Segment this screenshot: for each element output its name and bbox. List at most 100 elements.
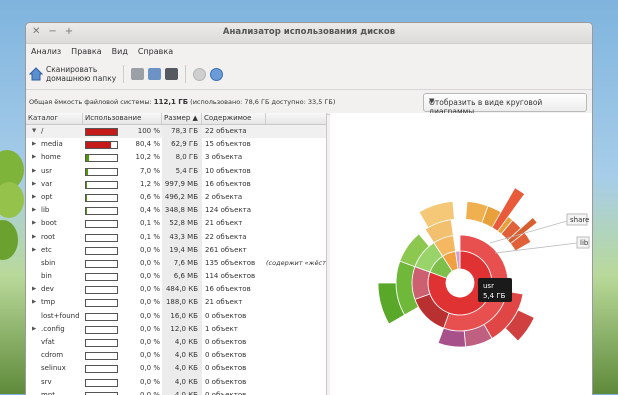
folder-name: lost+found — [41, 312, 80, 320]
table-row[interactable]: ▶ root 0,1 % 43,3 МБ 22 объекта — [26, 231, 326, 244]
usage-percent: 0,0 % — [140, 272, 160, 280]
size-cell: 78,3 ГБ — [162, 125, 202, 138]
usage-bar-fill — [86, 142, 111, 148]
refresh-icon[interactable] — [210, 68, 223, 81]
folder-cell: ▶ tmp — [26, 296, 83, 309]
menu-edit[interactable]: Правка — [71, 47, 101, 56]
table-row[interactable]: ▶ media 80,4 % 62,9 ГБ 15 объектов — [26, 138, 326, 151]
expander-icon[interactable]: ▶ — [32, 168, 36, 174]
scan-filesystem-icon[interactable] — [131, 68, 144, 80]
size-cell: 4,0 КБ — [162, 362, 202, 375]
table-row[interactable]: ▼ / 100 % 78,3 ГБ 22 объекта — [26, 125, 326, 138]
table-row[interactable]: cdrom 0,0 % 4,0 КБ 0 объектов — [26, 349, 326, 362]
folder-name: srv — [41, 378, 52, 386]
usage-cell: 0,0 % — [83, 336, 162, 349]
scan-label-line2: домашнюю папку — [46, 74, 116, 83]
usage-percent: 0,0 % — [140, 325, 160, 333]
expander-icon[interactable]: ▶ — [32, 247, 36, 253]
expander-icon[interactable]: ▶ — [32, 154, 36, 160]
usage-bar — [85, 234, 118, 242]
size-cell: 62,9 ГБ — [162, 138, 202, 151]
column-contents[interactable]: Содержимое — [202, 113, 266, 124]
table-row[interactable]: ▶ .config 0,0 % 12,0 КБ 1 объект — [26, 323, 326, 336]
usage-percent: 0,0 % — [140, 351, 160, 359]
column-folder[interactable]: Каталог — [26, 113, 83, 124]
scan-remote-icon[interactable] — [165, 68, 178, 80]
table-row[interactable]: lost+found 0,0 % 16,0 КБ 0 объектов — [26, 310, 326, 323]
callout-lib[interactable]: lib — [577, 237, 589, 248]
home-folder-icon — [29, 67, 43, 81]
table-row[interactable]: ▶ boot 0,1 % 52,8 МБ 21 объект — [26, 217, 326, 230]
table-row[interactable]: mnt 0,0 % 4,0 КБ 0 объектов — [26, 389, 326, 395]
usage-cell: 0,0 % — [83, 296, 162, 309]
expander-icon[interactable]: ▶ — [32, 326, 36, 332]
usage-bar — [85, 260, 118, 268]
table-row[interactable]: ▶ var 1,2 % 997,9 МБ 16 объектов — [26, 178, 326, 191]
contents-cell: 15 объектов — [202, 138, 266, 151]
expander-icon[interactable]: ▶ — [32, 207, 36, 213]
usage-cell: 0,0 % — [83, 310, 162, 323]
callout-share[interactable]: share — [567, 214, 589, 225]
usage-bar — [85, 299, 118, 307]
table-row[interactable]: sbin 0,0 % 7,6 МБ 135 объектов(содержит … — [26, 257, 326, 270]
contents-cell: 0 объектов — [202, 349, 266, 362]
column-size[interactable]: Размер ▲ — [162, 113, 202, 124]
usage-cell: 0,0 % — [83, 362, 162, 375]
expander-icon[interactable]: ▶ — [32, 141, 36, 147]
table-row[interactable]: selinux 0,0 % 4,0 КБ 0 объектов — [26, 362, 326, 375]
usage-bar — [85, 339, 118, 347]
sunburst-chart[interactable]: share lib usr5,4 ГБ — [330, 113, 592, 395]
table-row[interactable]: ▶ usr 7,0 % 5,4 ГБ 10 объектов — [26, 165, 326, 178]
folder-name: vfat — [41, 338, 55, 346]
sunburst-segment[interactable] — [438, 328, 465, 347]
table-row[interactable]: ▶ lib 0,4 % 348,8 МБ 124 объекта — [26, 204, 326, 217]
usage-cell: 0,1 % — [83, 231, 162, 244]
usage-bar-fill — [86, 155, 89, 161]
folder-cell: ▶ usr — [26, 165, 83, 178]
folder-name: mnt — [41, 391, 55, 395]
expander-icon[interactable]: ▶ — [32, 299, 36, 305]
table-row[interactable]: ▶ etc 0,0 % 19,4 МБ 261 объект — [26, 244, 326, 257]
usage-percent: 0,0 % — [140, 285, 160, 293]
size-cell: 8,0 ГБ — [162, 151, 202, 164]
usage-cell: 0,0 % — [83, 376, 162, 389]
tooltip: usr5,4 ГБ — [478, 278, 512, 302]
expander-icon[interactable]: ▶ — [32, 286, 36, 292]
menu-help[interactable]: Справка — [138, 47, 173, 56]
table-row[interactable]: bin 0,0 % 6,6 МБ 114 объектов — [26, 270, 326, 283]
usage-percent: 1,2 % — [140, 180, 160, 188]
table-row[interactable]: ▶ opt 0,6 % 496,2 МБ 2 объекта — [26, 191, 326, 204]
contents-cell: 22 объекта — [202, 231, 266, 244]
folder-name: tmp — [41, 298, 55, 306]
view-mode-select[interactable]: Отобразить в виде круговой диаграммы ▼ — [423, 93, 587, 112]
usage-bar — [85, 207, 118, 215]
scan-home-button[interactable]: Сканироватьдомашнюю папку — [29, 65, 116, 83]
usage-percent: 0,0 % — [140, 338, 160, 346]
table-row[interactable]: ▶ dev 0,0 % 484,0 КБ 16 объектов — [26, 283, 326, 296]
contents-cell: 0 объектов — [202, 376, 266, 389]
column-usage[interactable]: Использование — [83, 113, 162, 124]
table-row[interactable]: ▶ tmp 0,0 % 188,0 КБ 21 объект — [26, 296, 326, 309]
menu-analyze[interactable]: Анализ — [31, 47, 61, 56]
usage-bar — [85, 181, 118, 189]
size-cell: 19,4 МБ — [162, 244, 202, 257]
expander-icon[interactable]: ▶ — [32, 194, 36, 200]
table-row[interactable]: vfat 0,0 % 4,0 КБ 0 объектов — [26, 336, 326, 349]
contents-cell: 21 объект — [202, 296, 266, 309]
usage-percent: 100 % — [138, 127, 160, 135]
table-row[interactable]: ▶ home 10,2 % 8,0 ГБ 3 объекта — [26, 151, 326, 164]
stop-icon[interactable] — [193, 68, 206, 81]
menu-view[interactable]: Вид — [112, 47, 128, 56]
expander-icon[interactable]: ▼ — [32, 128, 36, 134]
size-cell: 4,0 КБ — [162, 376, 202, 389]
expander-icon[interactable]: ▶ — [32, 220, 36, 226]
expander-icon[interactable]: ▶ — [32, 234, 36, 240]
scan-folder-icon[interactable] — [148, 68, 161, 80]
usage-bar — [85, 326, 118, 334]
folder-cell: ▶ opt — [26, 191, 83, 204]
expander-icon[interactable]: ▶ — [32, 181, 36, 187]
usage-bar-fill — [86, 129, 117, 135]
sunburst-segment[interactable] — [412, 267, 430, 300]
table-row[interactable]: srv 0,0 % 4,0 КБ 0 объектов — [26, 376, 326, 389]
svg-text:usr: usr — [483, 282, 494, 290]
